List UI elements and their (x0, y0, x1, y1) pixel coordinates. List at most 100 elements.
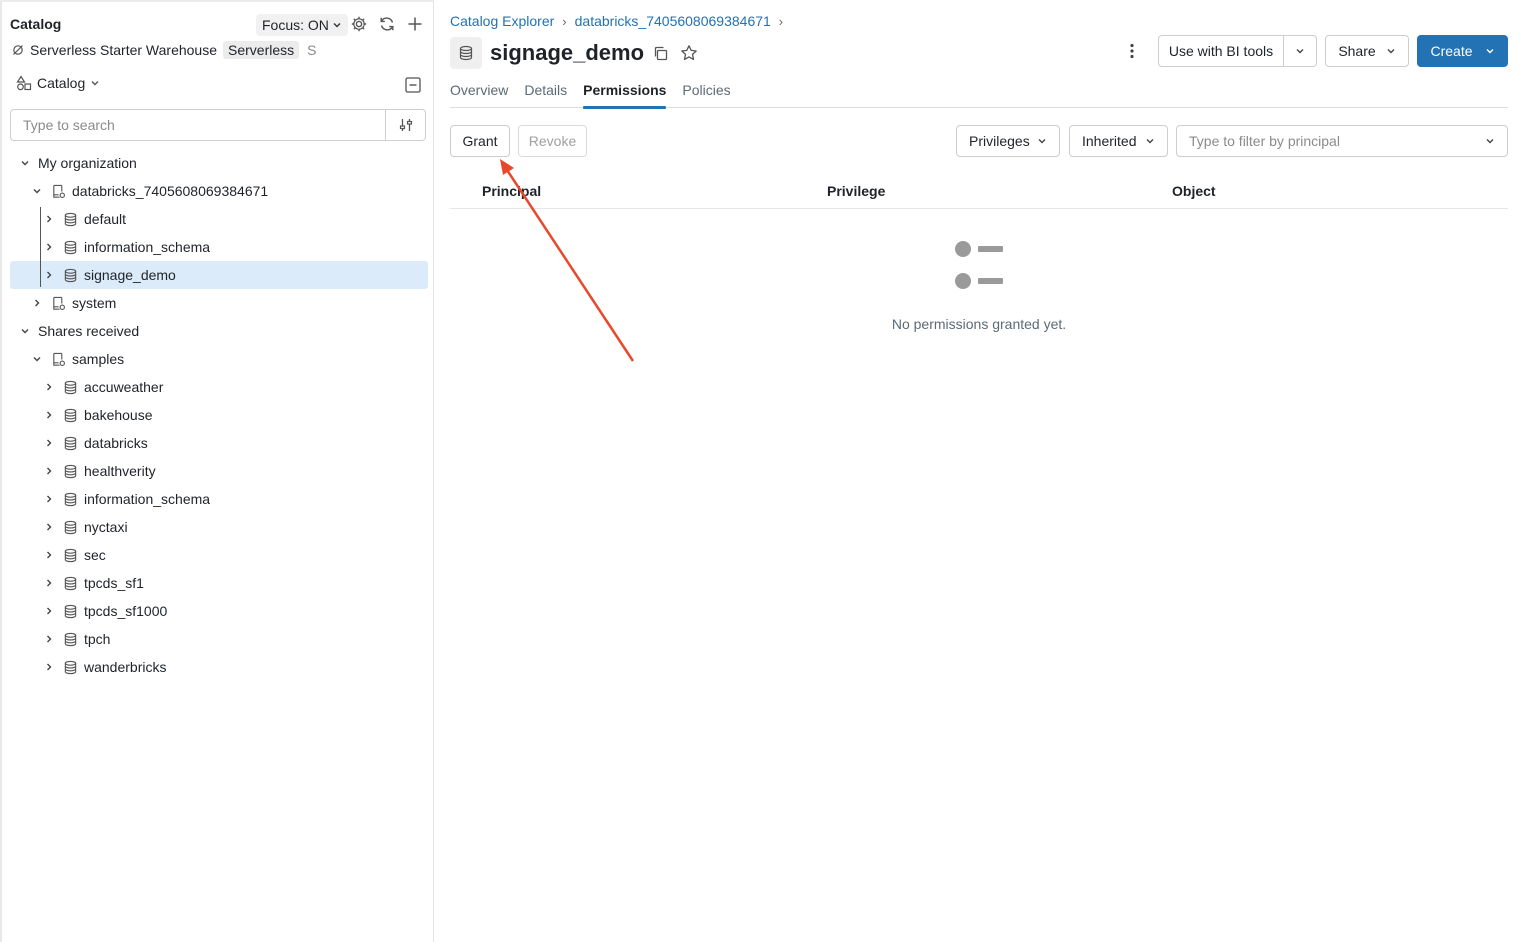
chevron-right-icon: › (562, 13, 567, 29)
tree-item[interactable]: tpcds_sf1 (10, 569, 428, 597)
create-button[interactable]: Create (1417, 35, 1508, 67)
catalog-icon (50, 295, 66, 311)
chevron-right-icon[interactable] (42, 240, 56, 254)
schema-icon (62, 547, 78, 563)
tree-item[interactable]: signage_demo (10, 261, 428, 289)
chevron-down-icon[interactable] (30, 352, 44, 366)
catalog-icon (50, 183, 66, 199)
tree-item[interactable]: sec (10, 541, 428, 569)
chevron-right-icon[interactable] (42, 520, 56, 534)
catalog-selector[interactable]: Catalog (16, 75, 100, 91)
schema-icon (62, 631, 78, 647)
chevron-down-icon (1296, 49, 1304, 54)
principal-filter-input[interactable]: Type to filter by principal (1176, 125, 1508, 157)
chevron-right-icon[interactable] (42, 548, 56, 562)
tree-item[interactable]: wanderbricks (10, 653, 428, 681)
tree-item-label: Shares received (38, 323, 140, 339)
inherited-filter[interactable]: Inherited (1069, 125, 1168, 157)
privileges-filter[interactable]: Privileges (956, 125, 1060, 157)
chevron-right-icon[interactable] (42, 492, 56, 506)
tree-item[interactable]: nyctaxi (10, 513, 428, 541)
tab-policies[interactable]: Policies (682, 82, 730, 108)
tree-item[interactable]: tpch (10, 625, 428, 653)
empty-state-text: No permissions granted yet. (891, 316, 1067, 332)
tab-permissions[interactable]: Permissions (583, 82, 667, 109)
chevron-down-icon[interactable] (30, 184, 44, 198)
tree-item[interactable]: accuweather (10, 373, 428, 401)
chevron-right-icon[interactable] (42, 408, 56, 422)
chevron-right-icon[interactable] (42, 268, 56, 282)
use-with-bi-tools-button[interactable]: Use with BI tools (1158, 35, 1284, 67)
tree-item[interactable]: information_schema (10, 233, 428, 261)
catalog-search (10, 109, 426, 141)
filter-settings-icon[interactable] (385, 110, 425, 140)
schema-icon (450, 37, 482, 69)
tree-item-label: databricks_7405608069384671 (72, 183, 269, 199)
gear-icon[interactable] (348, 13, 370, 35)
chevron-right-icon[interactable] (42, 604, 56, 618)
catalog-search-input[interactable] (11, 110, 385, 140)
warehouse-size: S (307, 42, 317, 58)
tree-item[interactable]: system (10, 289, 428, 317)
chevron-right-icon[interactable] (42, 464, 56, 478)
tree-item[interactable]: databricks (10, 429, 428, 457)
chevron-down-icon (1038, 139, 1046, 144)
tree-item-label: My organization (38, 155, 137, 171)
chevron-right-icon[interactable] (42, 436, 56, 450)
schema-icon (62, 435, 78, 451)
breadcrumb: Catalog Explorer › databricks_7405608069… (450, 13, 783, 29)
tree-item-label: samples (72, 351, 125, 367)
tab-details[interactable]: Details (524, 82, 567, 108)
column-object: Object (1172, 183, 1216, 199)
chevron-right-icon[interactable] (42, 380, 56, 394)
breadcrumb-catalog-explorer[interactable]: Catalog Explorer (450, 13, 554, 29)
breadcrumb-catalog[interactable]: databricks_7405608069384671 (575, 13, 771, 29)
chevron-right-icon[interactable] (42, 212, 56, 226)
tree-item-label: information_schema (84, 239, 211, 255)
tree-item[interactable]: databricks_7405608069384671 (10, 177, 428, 205)
chevron-down-icon (91, 81, 99, 86)
tree-item[interactable]: samples (10, 345, 428, 373)
collapse-all-icon[interactable] (404, 76, 422, 94)
tree-item[interactable]: bakehouse (10, 401, 428, 429)
column-principal: Principal (482, 183, 542, 199)
inherited-filter-label: Inherited (1082, 133, 1137, 149)
privileges-filter-label: Privileges (969, 133, 1030, 149)
tree-item-label: healthverity (84, 463, 156, 479)
star-icon[interactable] (680, 44, 698, 65)
bi-tools-dropdown-button[interactable] (1283, 35, 1317, 67)
more-options-icon[interactable] (1122, 41, 1142, 61)
tree-item[interactable]: default (10, 205, 428, 233)
chevron-right-icon[interactable] (42, 632, 56, 646)
grant-button[interactable]: Grant (450, 125, 510, 157)
tree-item[interactable]: Shares received (10, 317, 428, 345)
schema-icon (62, 463, 78, 479)
chevron-down-icon (1146, 139, 1154, 144)
chevron-down-icon (333, 23, 341, 28)
chevron-right-icon[interactable] (42, 660, 56, 674)
principal-filter-placeholder: Type to filter by principal (1189, 133, 1340, 149)
share-button[interactable]: Share (1325, 35, 1409, 67)
chevron-right-icon[interactable] (30, 296, 44, 310)
catalog-sidebar: Catalog Focus: ON Serverless Starter War… (0, 0, 434, 942)
tree-item-label: accuweather (84, 379, 164, 395)
warehouse-selector[interactable]: Serverless Starter Warehouse Serverless … (12, 41, 316, 59)
focus-toggle[interactable]: Focus: ON (256, 14, 348, 36)
schema-icon (62, 603, 78, 619)
tab-overview[interactable]: Overview (450, 82, 508, 108)
schema-icon (62, 239, 78, 255)
tree-item[interactable]: tpcds_sf1000 (10, 597, 428, 625)
catalog-tree: My organization databricks_74056080693846… (10, 149, 428, 681)
tree-item[interactable]: healthverity (10, 457, 428, 485)
refresh-icon[interactable] (376, 13, 398, 35)
main-content: Catalog Explorer › databricks_7405608069… (450, 0, 1508, 942)
chevron-down-icon[interactable] (18, 324, 32, 338)
revoke-button[interactable]: Revoke (518, 125, 587, 157)
add-icon[interactable] (404, 13, 426, 35)
tree-item[interactable]: information_schema (10, 485, 428, 513)
tree-item-label: databricks (84, 435, 148, 451)
copy-icon[interactable] (652, 45, 669, 65)
chevron-right-icon[interactable] (42, 576, 56, 590)
chevron-down-icon[interactable] (18, 156, 32, 170)
tree-item[interactable]: My organization (10, 149, 428, 177)
